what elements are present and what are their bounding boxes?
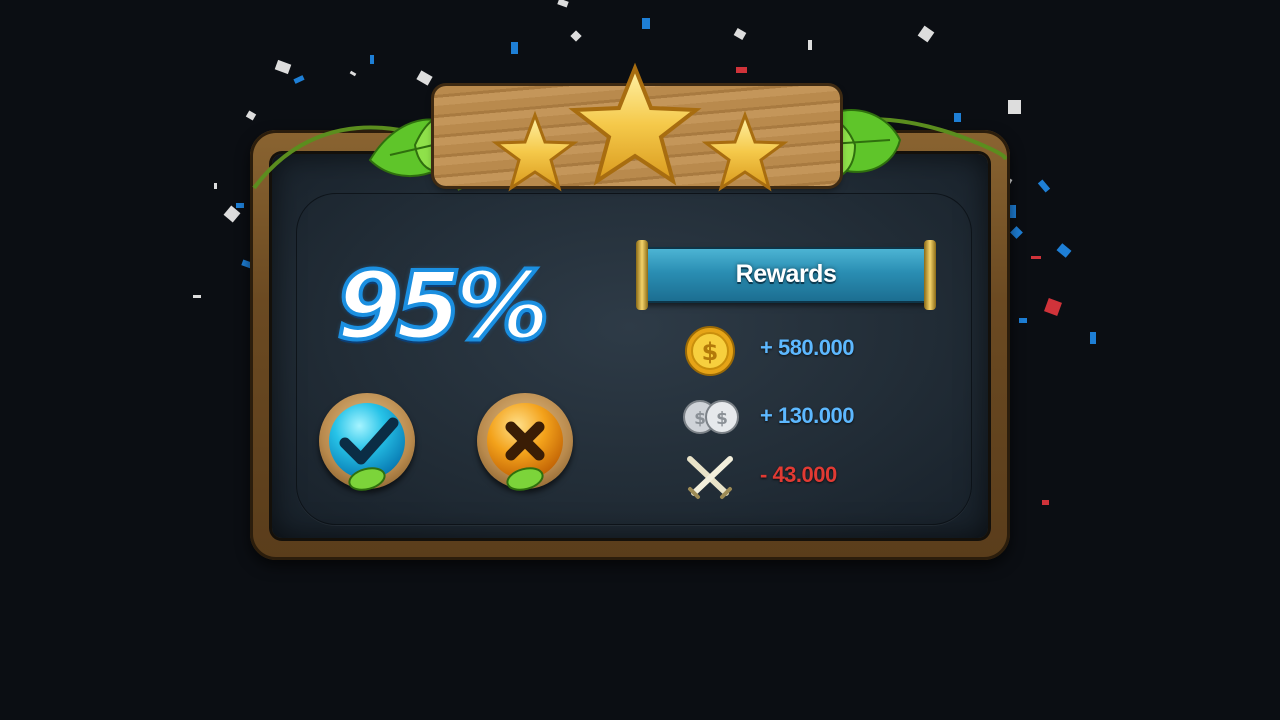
reward-row-swords: - 43.000 xyxy=(682,445,942,505)
reward-row-gold: $ + 580.000 xyxy=(682,318,942,378)
reward-value: + 130.000 xyxy=(760,403,854,428)
confetti-piece xyxy=(236,203,244,208)
confetti-piece xyxy=(808,40,812,50)
star-icon xyxy=(701,110,789,192)
confetti-piece xyxy=(214,183,217,189)
rewards-title: Rewards xyxy=(735,260,837,288)
silver-coins-icon: $ $ xyxy=(683,400,739,434)
confetti-piece xyxy=(416,70,433,86)
confirm-button[interactable] xyxy=(319,393,415,491)
svg-text:$: $ xyxy=(716,409,728,429)
star-rating xyxy=(491,62,789,192)
confetti-piece xyxy=(1010,226,1023,239)
confetti-piece xyxy=(917,25,935,43)
confetti-piece xyxy=(511,42,518,54)
score-percent: 95% xyxy=(335,250,552,363)
reward-value: - 43.000 xyxy=(760,462,837,487)
crossed-swords-icon xyxy=(687,456,733,499)
star-icon xyxy=(568,62,702,186)
gold-coin-icon: $ xyxy=(685,326,735,376)
reward-value: + 580.000 xyxy=(760,335,854,360)
confetti-piece xyxy=(642,18,650,29)
confetti-piece xyxy=(1056,243,1072,258)
confetti-piece xyxy=(1037,179,1051,193)
confetti-piece xyxy=(1031,256,1041,259)
confetti-piece xyxy=(293,75,305,84)
confetti-piece xyxy=(349,70,357,77)
confetti-piece xyxy=(733,28,747,40)
victory-screen: 95% Rewards $ + 580.000 $ $ + 130.000 - … xyxy=(0,0,1280,720)
confetti-piece xyxy=(370,55,374,64)
confetti-piece xyxy=(557,0,569,8)
confetti-piece xyxy=(1044,298,1062,316)
confetti-piece xyxy=(570,30,582,42)
star-icon xyxy=(491,110,579,192)
confetti-piece xyxy=(1019,318,1027,323)
svg-text:$: $ xyxy=(694,409,706,429)
confetti-piece xyxy=(274,59,292,75)
checkmark-icon xyxy=(339,417,399,491)
confetti-piece xyxy=(1009,205,1016,218)
confetti-piece xyxy=(193,295,201,298)
reward-row-silver: $ $ + 130.000 xyxy=(682,386,942,446)
cross-icon xyxy=(505,421,545,491)
confetti-piece xyxy=(1090,332,1096,344)
rewards-banner: Rewards xyxy=(636,240,936,310)
confetti-piece xyxy=(223,205,241,223)
confetti-piece xyxy=(1042,500,1049,505)
svg-text:$: $ xyxy=(702,338,719,366)
close-button[interactable] xyxy=(477,393,573,491)
